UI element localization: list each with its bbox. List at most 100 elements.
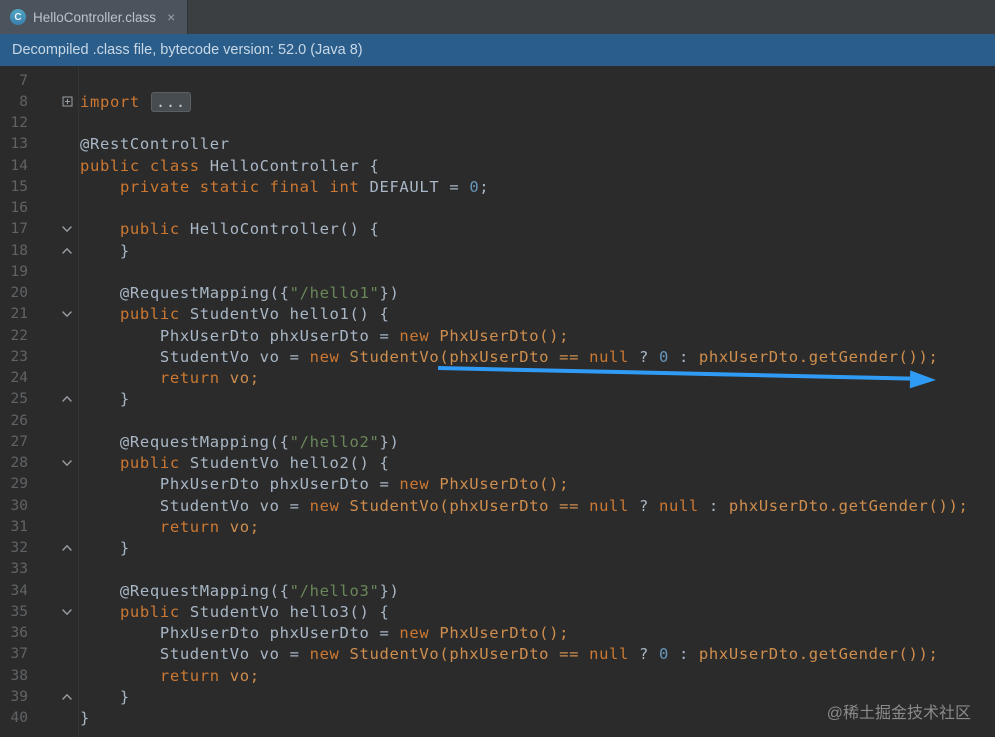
line-number: 18	[10, 242, 28, 259]
code-text: import ...	[78, 91, 191, 112]
code-line: 32 }	[0, 538, 995, 559]
code-line: 19	[0, 261, 995, 282]
code-line: 33	[0, 559, 995, 580]
code-text: public StudentVo hello1() {	[119, 305, 390, 324]
code-line: 26	[0, 410, 995, 431]
code-text: public class HelloController {	[80, 156, 380, 175]
line-number: 36	[10, 625, 28, 642]
code-editor[interactable]: 7 8 import ... 12 13 @RestController 14 public …	[0, 66, 995, 737]
fold-chevron-up-icon[interactable]	[28, 542, 78, 554]
line-number: 15	[10, 178, 28, 195]
line-number: 17	[10, 221, 28, 238]
code-line: 35 public StudentVo hello3() {	[0, 601, 995, 622]
folded-imports-plus-box-icon[interactable]	[28, 96, 78, 107]
line-number: 37	[10, 646, 28, 663]
line-number: 35	[10, 603, 28, 620]
line-number: 23	[10, 348, 28, 365]
line-number: 27	[10, 433, 28, 450]
line-number: 39	[10, 688, 28, 705]
code-line: 23 StudentVo vo = new StudentVo(phxUserD…	[0, 346, 995, 367]
line-number: 32	[10, 540, 28, 557]
code-line: 22 PhxUserDto phxUserDto = new PhxUserDt…	[0, 325, 995, 346]
code-text: return vo;	[159, 369, 260, 388]
class-file-icon: C	[10, 9, 26, 25]
line-number: 12	[10, 115, 28, 132]
code-text: StudentVo vo = new StudentVo(phxUserDto …	[80, 645, 939, 664]
line-number: 14	[10, 157, 28, 174]
code-line: 14 public class HelloController {	[0, 155, 995, 176]
code-line: 12	[0, 113, 995, 134]
line-number: 21	[10, 306, 28, 323]
code-text: }	[80, 390, 130, 409]
line-number: 38	[10, 667, 28, 684]
code-text: PhxUserDto phxUserDto = new PhxUserDto()…	[80, 624, 570, 643]
line-number: 40	[10, 710, 28, 727]
line-number: 33	[10, 561, 28, 578]
code-text: return vo;	[159, 517, 260, 536]
code-line: 20 @RequestMapping({"/hello1"})	[0, 283, 995, 304]
code-text: StudentVo vo = new StudentVo(phxUserDto …	[80, 347, 939, 366]
code-text: public StudentVo hello2() {	[119, 454, 390, 473]
line-number: 24	[10, 370, 28, 387]
code-text: PhxUserDto phxUserDto = new PhxUserDto()…	[80, 475, 570, 494]
fold-chevron-up-icon[interactable]	[28, 393, 78, 405]
code-text: @RequestMapping({"/hello1"})	[80, 284, 400, 303]
ide-window: C HelloController.class × Decompiled .cl…	[0, 0, 995, 737]
fold-chevron-down-icon[interactable]	[28, 308, 78, 320]
fold-chevron-down-icon[interactable]	[28, 223, 78, 235]
code-text: public HelloController() {	[119, 220, 380, 239]
line-number: 7	[19, 72, 28, 89]
line-number: 16	[10, 200, 28, 217]
code-text: private static final int DEFAULT = 0;	[119, 177, 490, 196]
code-text: return vo;	[159, 666, 260, 685]
code-text: }	[80, 539, 130, 558]
close-tab-icon[interactable]: ×	[167, 10, 175, 24]
code-line: 25 }	[0, 389, 995, 410]
code-line: 27 @RequestMapping({"/hello2"})	[0, 431, 995, 452]
line-number: 20	[10, 285, 28, 302]
line-number: 13	[10, 136, 28, 153]
code-line: 37 StudentVo vo = new StudentVo(phxUserD…	[0, 644, 995, 665]
line-number: 25	[10, 391, 28, 408]
code-line: 15 private static final int DEFAULT = 0;	[0, 176, 995, 197]
code-text: }	[80, 241, 130, 260]
code-line: 16	[0, 198, 995, 219]
fold-chevron-down-icon[interactable]	[28, 457, 78, 469]
code-line: 13 @RestController	[0, 134, 995, 155]
decompiler-banner: Decompiled .class file, bytecode version…	[0, 34, 995, 66]
code-line: 34 @RequestMapping({"/hello3"})	[0, 580, 995, 601]
code-text: public StudentVo hello3() {	[119, 602, 390, 621]
tab-label: HelloController.class	[33, 9, 157, 25]
code-text: PhxUserDto phxUserDto = new PhxUserDto()…	[80, 326, 570, 345]
code-text: @RestController	[80, 135, 230, 154]
line-number: 34	[10, 582, 28, 599]
code-line: 31 return vo;	[0, 516, 995, 537]
code-lines: 7 8 import ... 12 13 @RestController 14 public …	[0, 70, 995, 729]
decompiler-banner-text: Decompiled .class file, bytecode version…	[12, 42, 363, 58]
code-line: 8 import ...	[0, 91, 995, 112]
fold-chevron-down-icon[interactable]	[28, 606, 78, 618]
fold-chevron-up-icon[interactable]	[28, 691, 78, 703]
line-number: 29	[10, 476, 28, 493]
code-line: 29 PhxUserDto phxUserDto = new PhxUserDt…	[0, 474, 995, 495]
line-number: 26	[10, 412, 28, 429]
line-number: 19	[10, 263, 28, 280]
code-text: @RequestMapping({"/hello2"})	[80, 432, 400, 451]
line-number: 31	[10, 518, 28, 535]
code-line: 38 return vo;	[0, 665, 995, 686]
code-line: 36 PhxUserDto phxUserDto = new PhxUserDt…	[0, 623, 995, 644]
code-line: 28 public StudentVo hello2() {	[0, 453, 995, 474]
editor-tab-bar: C HelloController.class ×	[0, 0, 995, 34]
line-number: 8	[19, 93, 28, 110]
code-line: 21 public StudentVo hello1() {	[0, 304, 995, 325]
code-text: StudentVo vo = new StudentVo(phxUserDto …	[80, 496, 969, 515]
code-line: 24 return vo;	[0, 368, 995, 389]
code-text: }	[80, 687, 130, 706]
line-number: 30	[10, 497, 28, 514]
code-line: 18 }	[0, 240, 995, 261]
watermark: @稀土掘金技术社区	[826, 705, 971, 722]
fold-chevron-up-icon[interactable]	[28, 245, 78, 257]
line-number: 28	[10, 455, 28, 472]
class-icon-letter: C	[14, 11, 22, 23]
tab-hellocontroller-class[interactable]: C HelloController.class ×	[0, 0, 189, 34]
